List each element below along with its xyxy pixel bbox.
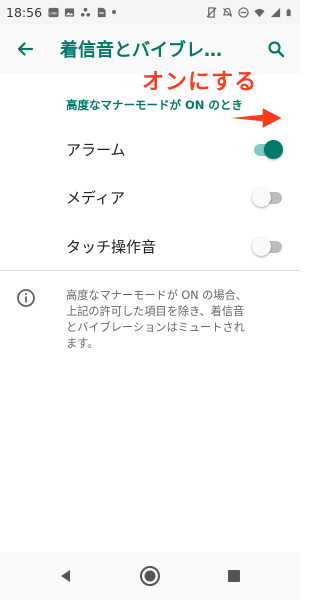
toggle-thumb — [252, 188, 271, 207]
mute-icon — [206, 6, 217, 18]
alarm-toggle[interactable] — [252, 138, 283, 160]
nav-home-button[interactable] — [136, 562, 164, 590]
setting-row-media[interactable]: メディア — [0, 172, 300, 222]
back-button[interactable] — [0, 24, 50, 74]
nav-recents-button[interactable] — [220, 562, 248, 590]
info-text: 高度なマナーモードが ON の場合、 上記の許可した項目を除き、着信音 とバイブ… — [66, 289, 247, 350]
nav-recents-icon — [228, 570, 240, 582]
annotation-label: オンにする — [142, 70, 258, 95]
setting-label-alarm: アラーム — [66, 140, 126, 159]
search-button[interactable] — [252, 24, 300, 74]
setting-row-touch-sounds[interactable]: タッチ操作音 — [0, 221, 300, 271]
wifi-icon — [254, 8, 265, 17]
alarm-off-icon — [222, 7, 233, 17]
nav-back-button[interactable] — [52, 562, 80, 590]
app-icon — [80, 7, 91, 17]
setting-label-touch-sounds: タッチ操作音 — [66, 237, 157, 256]
arrow-back-icon — [17, 42, 34, 56]
line-app-icon: LINE — [48, 7, 59, 17]
media-toggle[interactable] — [252, 186, 282, 208]
do-not-disturb-icon — [238, 6, 249, 18]
signal-icon — [270, 7, 281, 17]
status-time: 18:56 — [6, 4, 43, 20]
navigation-bar — [0, 552, 300, 600]
status-bar: 18:56 LINE — [0, 0, 300, 24]
setting-label-media: メディア — [66, 188, 125, 207]
setting-row-alarm[interactable]: アラーム — [0, 124, 300, 174]
section-header: 高度なマナーモードが ON のとき — [66, 98, 243, 112]
battery-icon — [286, 8, 291, 16]
nav-back-icon — [61, 570, 70, 582]
page-title: 着信音とバイブレ… — [60, 40, 222, 61]
nav-home-icon — [140, 566, 160, 586]
dot-icon — [112, 10, 117, 14]
file-icon — [97, 7, 106, 17]
svg-text:LINE: LINE — [49, 11, 58, 15]
image-icon — [64, 7, 75, 17]
divider — [0, 270, 300, 271]
search-icon — [268, 41, 285, 58]
touch-sounds-toggle[interactable] — [252, 235, 282, 257]
toggle-thumb — [252, 237, 271, 256]
info-icon — [17, 289, 35, 307]
toggle-thumb — [264, 140, 283, 159]
